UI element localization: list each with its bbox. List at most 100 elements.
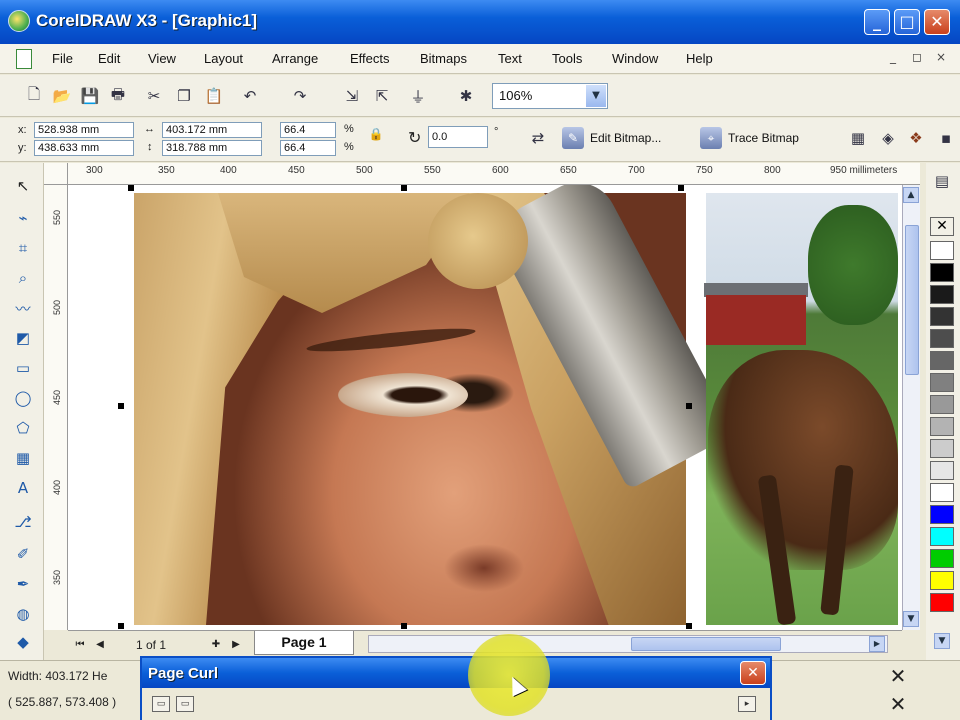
color-swatch[interactable] [930, 549, 954, 568]
menu-window[interactable]: Window [612, 51, 658, 66]
scale-x-field[interactable]: 66.4 [280, 122, 336, 138]
import-icon[interactable]: ⇲ [340, 84, 364, 108]
color-swatch[interactable] [930, 373, 954, 392]
fill-tool-icon[interactable]: ◍ [10, 601, 36, 627]
selection-handle[interactable] [401, 623, 407, 629]
horizontal-scrollbar[interactable]: ▶ [368, 635, 888, 653]
next-page-icon[interactable]: ▶ [228, 637, 244, 653]
outline-tool-icon[interactable]: ✒ [10, 571, 36, 597]
ellipse-tool-icon[interactable]: ◯ [10, 385, 36, 411]
lock-ratio-icon[interactable]: 🔒 [364, 122, 388, 146]
menu-help[interactable]: Help [686, 51, 713, 66]
doc-close-button[interactable]: × [936, 50, 946, 64]
y-position-field[interactable]: 438.633 mm [34, 140, 134, 156]
chevron-down-icon[interactable]: ▼ [586, 85, 606, 107]
scroll-right-icon[interactable]: ▶ [869, 636, 885, 652]
polygon-tool-icon[interactable]: ⬠ [10, 415, 36, 441]
selection-handle[interactable] [118, 623, 124, 629]
scroll-down-icon[interactable]: ▼ [903, 611, 919, 627]
table-tool-icon[interactable]: ▦ [10, 445, 36, 471]
zoom-tool-icon[interactable]: ⌕ [10, 265, 36, 291]
copy-icon[interactable]: ❐ [172, 84, 196, 108]
selection-handle[interactable] [686, 623, 692, 629]
ruler-origin[interactable] [44, 163, 68, 185]
fill-indicator-icon[interactable]: ✕ [878, 665, 918, 687]
menu-bitmaps[interactable]: Bitmaps [420, 51, 467, 66]
mirror-icon[interactable]: ⇄ [526, 126, 550, 150]
doc-minimize-button[interactable]: _ [890, 50, 896, 64]
vertical-scrollbar[interactable]: ▲ ▼ [902, 185, 920, 630]
vertical-ruler[interactable]: 550 500 450 400 350 [44, 185, 68, 630]
color-swatch[interactable] [930, 395, 954, 414]
shape-tool-icon[interactable]: ⌁ [10, 205, 36, 231]
color-swatch[interactable] [930, 593, 954, 612]
x-position-field[interactable]: 528.938 mm [34, 122, 134, 138]
vertical-scroll-thumb[interactable] [905, 225, 919, 375]
palette-menu-icon[interactable]: ▤ [930, 169, 954, 193]
selection-handle[interactable] [678, 185, 684, 191]
more-options-icon[interactable]: ▪ [934, 126, 958, 150]
add-page-icon[interactable]: ✚ [208, 637, 224, 653]
color-swatch[interactable] [930, 329, 954, 348]
cut-icon[interactable]: ✂ [142, 84, 166, 108]
minimize-button[interactable]: _ [864, 9, 890, 35]
selection-handle[interactable] [128, 185, 134, 191]
scroll-up-icon[interactable]: ▲ [903, 187, 919, 203]
selection-handle[interactable] [401, 185, 407, 191]
color-swatch[interactable] [930, 285, 954, 304]
open-icon[interactable]: 📂 [50, 84, 74, 108]
menu-tools[interactable]: Tools [552, 51, 582, 66]
color-swatch[interactable] [930, 417, 954, 436]
export-icon[interactable]: ⇱ [370, 84, 394, 108]
undo-icon[interactable]: ↶ [238, 84, 262, 108]
eyedropper-tool-icon[interactable]: ✐ [10, 541, 36, 567]
color-swatch[interactable] [930, 527, 954, 546]
edit-bitmap-button[interactable]: ✎ Edit Bitmap... [562, 127, 661, 149]
palette-scroll-down-icon[interactable]: ▼ [934, 633, 950, 649]
new-icon[interactable]: 🗋 [22, 84, 46, 108]
rotation-field[interactable]: 0.0 [428, 126, 488, 148]
menu-layout[interactable]: Layout [204, 51, 243, 66]
interactive-tool-icon[interactable]: ⎇ [10, 509, 36, 535]
dialog-preview-icon[interactable]: ▭ [152, 696, 170, 712]
menu-effects[interactable]: Effects [350, 51, 390, 66]
height-field[interactable]: 318.788 mm [162, 140, 262, 156]
color-swatch[interactable] [930, 571, 954, 590]
selection-handle[interactable] [686, 403, 692, 409]
trace-bitmap-button[interactable]: ⌖ Trace Bitmap [700, 127, 799, 149]
freehand-tool-icon[interactable]: 〰 [10, 295, 36, 321]
color-swatch[interactable] [930, 505, 954, 524]
save-icon[interactable]: 💾 [78, 84, 102, 108]
menu-arrange[interactable]: Arrange [272, 51, 318, 66]
color-swatch[interactable] [930, 241, 954, 260]
print-icon[interactable]: 🖶 [106, 84, 130, 108]
horizontal-scroll-thumb[interactable] [631, 637, 781, 651]
dialog-expand-icon[interactable]: ▸ [738, 696, 756, 712]
paste-icon[interactable]: 📋 [202, 84, 226, 108]
menu-view[interactable]: View [148, 51, 176, 66]
menu-text[interactable]: Text [498, 51, 522, 66]
pick-tool-icon[interactable]: ↖ [10, 173, 36, 199]
app-launcher-icon[interactable]: ⏚ [406, 84, 430, 108]
text-tool-icon[interactable]: A [10, 475, 36, 501]
selection-handle[interactable] [118, 403, 124, 409]
maximize-button[interactable]: □ [894, 9, 920, 35]
smart-fill-icon[interactable]: ◩ [10, 325, 36, 351]
menu-edit[interactable]: Edit [98, 51, 120, 66]
width-field[interactable]: 403.172 mm [162, 122, 262, 138]
drawing-canvas[interactable] [68, 185, 902, 630]
first-page-icon[interactable]: ⏮ [72, 637, 88, 653]
scale-y-field[interactable]: 66.4 [280, 140, 336, 156]
zoom-level-select[interactable]: 106% ▼ [492, 83, 608, 109]
dialog-split-preview-icon[interactable]: ▭ [176, 696, 194, 712]
color-swatch[interactable] [930, 307, 954, 326]
welcome-icon[interactable]: ✱ [454, 84, 478, 108]
horizontal-ruler[interactable]: 300 350 400 450 500 550 600 650 700 750 … [68, 163, 920, 185]
no-color-swatch[interactable]: ✕ [930, 217, 954, 236]
close-button[interactable]: ✕ [924, 9, 950, 35]
crop-tool-icon[interactable]: ⌗ [10, 235, 36, 261]
color-swatch[interactable] [930, 351, 954, 370]
crop-bitmap-icon[interactable]: ❖ [904, 126, 928, 150]
color-swatch[interactable] [930, 263, 954, 282]
prev-page-icon[interactable]: ◀ [92, 637, 108, 653]
